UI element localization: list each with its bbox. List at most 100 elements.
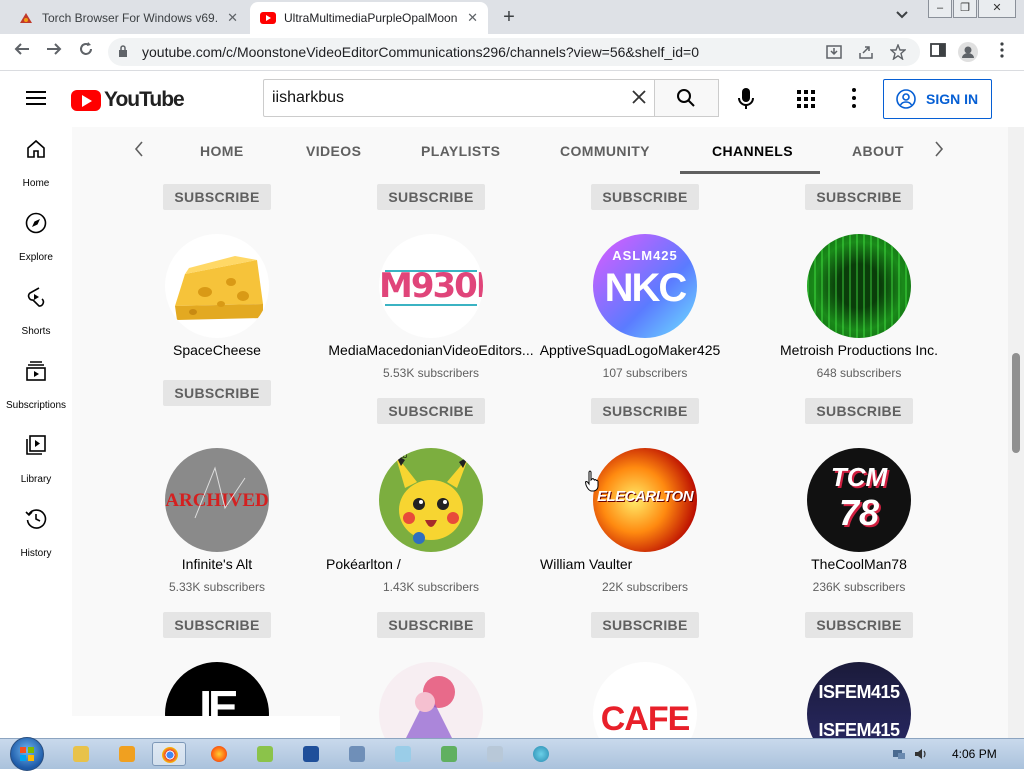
sidebar-item-subscriptions[interactable]: Subscriptions	[0, 349, 72, 413]
left-sidebar: Home Explore Shorts Subscriptions Librar…	[0, 127, 72, 738]
search-input[interactable]	[270, 88, 614, 108]
restore-window-button[interactable]: ❐	[953, 0, 977, 18]
browser-menu-icon[interactable]	[992, 42, 1012, 62]
apps-grid-icon[interactable]	[797, 90, 815, 108]
sign-in-button[interactable]: SIGN IN	[883, 79, 992, 119]
tab-videos[interactable]: VIDEOS	[306, 143, 361, 159]
channel-avatar-infinites-alt[interactable]: ARCHIVED	[165, 448, 269, 552]
reload-button[interactable]	[74, 40, 98, 64]
taskbar-calculator-icon[interactable]	[478, 742, 512, 766]
channel-subscriber-count: 5.53K subscribers	[382, 366, 480, 380]
taskbar-notepad-icon[interactable]	[248, 742, 282, 766]
youtube-play-icon	[71, 89, 101, 111]
taskbar-media-icon[interactable]	[110, 742, 144, 766]
clear-search-icon[interactable]	[632, 87, 646, 110]
taskbar-chrome-icon[interactable]	[152, 742, 186, 766]
close-tab-icon[interactable]: ✕	[227, 10, 238, 26]
avatar-logo-text: M930E	[379, 266, 483, 306]
channel-avatar-apptivesquad[interactable]: ASLM425 NKC	[593, 234, 697, 338]
channel-name[interactable]: ApptiveSquadLogoMaker425	[530, 342, 730, 358]
tab-channels[interactable]: CHANNELS	[712, 143, 793, 159]
library-icon	[26, 435, 46, 455]
channel-avatar-pokearlton[interactable]: INED	[379, 448, 483, 552]
channel-avatar-spacecheese[interactable]	[165, 234, 269, 338]
channel-name[interactable]: Infinite's Alt	[142, 556, 292, 572]
bookmark-star-icon[interactable]	[889, 43, 907, 63]
profile-icon[interactable]	[958, 42, 978, 62]
channel-avatar-william-vaulter[interactable]: ELECARLTON	[593, 448, 697, 552]
back-button[interactable]	[10, 40, 34, 64]
channel-name[interactable]: MediaMacedonianVideoEditors...	[323, 342, 539, 358]
tabs-scroll-left-icon[interactable]	[134, 141, 144, 162]
sidebar-item-history[interactable]: History	[0, 497, 72, 561]
subscribe-button[interactable]: SUBSCRIBE	[377, 612, 485, 638]
subscribe-button[interactable]: SUBSCRIBE	[163, 612, 271, 638]
subscribe-button[interactable]: SUBSCRIBE	[591, 612, 699, 638]
selected-tab-indicator	[680, 171, 820, 174]
sidebar-item-explore[interactable]: Explore	[0, 201, 72, 265]
hamburger-menu-icon[interactable]	[26, 91, 46, 105]
search-button[interactable]	[655, 79, 719, 117]
avatar-logo-text: CAFE	[600, 700, 691, 738]
minimize-window-button[interactable]: –	[928, 0, 952, 18]
channel-avatar-thecoolman78[interactable]: TCM 78	[807, 448, 911, 552]
sidebar-item-shorts[interactable]: Shorts	[0, 275, 72, 339]
taskbar-app-icon[interactable]	[432, 742, 466, 766]
channel-name[interactable]: William Vaulter	[540, 556, 660, 572]
channel-avatar-metroish[interactable]	[807, 234, 911, 338]
taskbar-clock[interactable]: 4:06 PM	[952, 747, 997, 761]
channel-name[interactable]: Metroish Productions Inc.	[760, 342, 958, 358]
subscribe-button[interactable]: SUBSCRIBE	[591, 184, 699, 210]
url-text: youtube.com/c/MoonstoneVideoEditorCommun…	[142, 44, 699, 60]
taskbar-powershell-icon[interactable]	[294, 742, 328, 766]
settings-more-icon[interactable]	[852, 88, 858, 108]
channel-name[interactable]: TheCoolMan78	[784, 556, 934, 572]
new-tab-button[interactable]: +	[498, 6, 520, 28]
network-tray-icon[interactable]	[892, 747, 906, 761]
close-window-button[interactable]: ✕	[978, 0, 1016, 18]
install-app-icon[interactable]	[826, 44, 842, 63]
reload-icon	[80, 42, 92, 55]
taskbar-explorer-icon[interactable]	[64, 742, 98, 766]
tab-search-chevron-icon[interactable]	[896, 8, 908, 22]
channel-avatar-row3-3[interactable]: CAFE	[593, 662, 697, 738]
start-button[interactable]	[10, 737, 44, 771]
channel-name[interactable]: SpaceCheese	[142, 342, 292, 358]
tabs-scroll-right-icon[interactable]	[934, 141, 944, 162]
subscribe-button[interactable]: SUBSCRIBE	[805, 612, 913, 638]
page-scrollbar-thumb[interactable]	[1012, 353, 1020, 453]
channel-name[interactable]: Pokéarlton /	[326, 556, 416, 572]
channel-avatar-row3-2[interactable]	[379, 662, 483, 738]
side-panel-icon[interactable]	[928, 42, 948, 62]
subscribe-button[interactable]: SUBSCRIBE	[377, 184, 485, 210]
browser-tab-torch[interactable]: Torch Browser For Windows v69. ✕	[8, 2, 248, 34]
tab-playlists[interactable]: PLAYLISTS	[421, 143, 500, 159]
tab-about[interactable]: ABOUT	[852, 143, 904, 159]
sidebar-item-home[interactable]: Home	[0, 127, 72, 191]
volume-tray-icon[interactable]	[914, 747, 928, 761]
subscribe-button[interactable]: SUBSCRIBE	[591, 398, 699, 424]
browser-tab-youtube[interactable]: UltraMultimediaPurpleOpalMoon ✕	[250, 2, 488, 34]
taskbar-network-icon[interactable]	[340, 742, 374, 766]
address-bar[interactable]: youtube.com/c/MoonstoneVideoEditorCommun…	[108, 38, 920, 66]
taskbar-firefox-icon[interactable]	[202, 742, 236, 766]
tab-community[interactable]: COMMUNITY	[560, 143, 650, 159]
subscribe-button[interactable]: SUBSCRIBE	[377, 398, 485, 424]
youtube-logo[interactable]: YouTube	[71, 88, 185, 112]
subscribe-button[interactable]: SUBSCRIBE	[805, 398, 913, 424]
subscribe-button[interactable]: SUBSCRIBE	[163, 184, 271, 210]
forward-button[interactable]	[42, 40, 66, 64]
channel-avatar-row3-4[interactable]: ISFEM415 ISFEM415	[807, 662, 911, 738]
taskbar-globe-icon[interactable]	[524, 742, 558, 766]
channel-avatar-mediamacedonian[interactable]: M930E	[379, 234, 483, 338]
subscribe-button[interactable]: SUBSCRIBE	[163, 380, 271, 406]
avatar-logo-text: ASLM425	[612, 248, 678, 263]
taskbar-paint-icon[interactable]	[386, 742, 420, 766]
sidebar-item-library[interactable]: Library	[0, 423, 72, 487]
close-tab-icon[interactable]: ✕	[467, 10, 478, 26]
channel-tabs: HOME VIDEOS PLAYLISTS COMMUNITY CHANNELS…	[72, 127, 1008, 174]
share-icon[interactable]	[858, 44, 874, 63]
microphone-icon[interactable]	[735, 87, 757, 111]
tab-home[interactable]: HOME	[200, 143, 244, 159]
subscribe-button[interactable]: SUBSCRIBE	[805, 184, 913, 210]
